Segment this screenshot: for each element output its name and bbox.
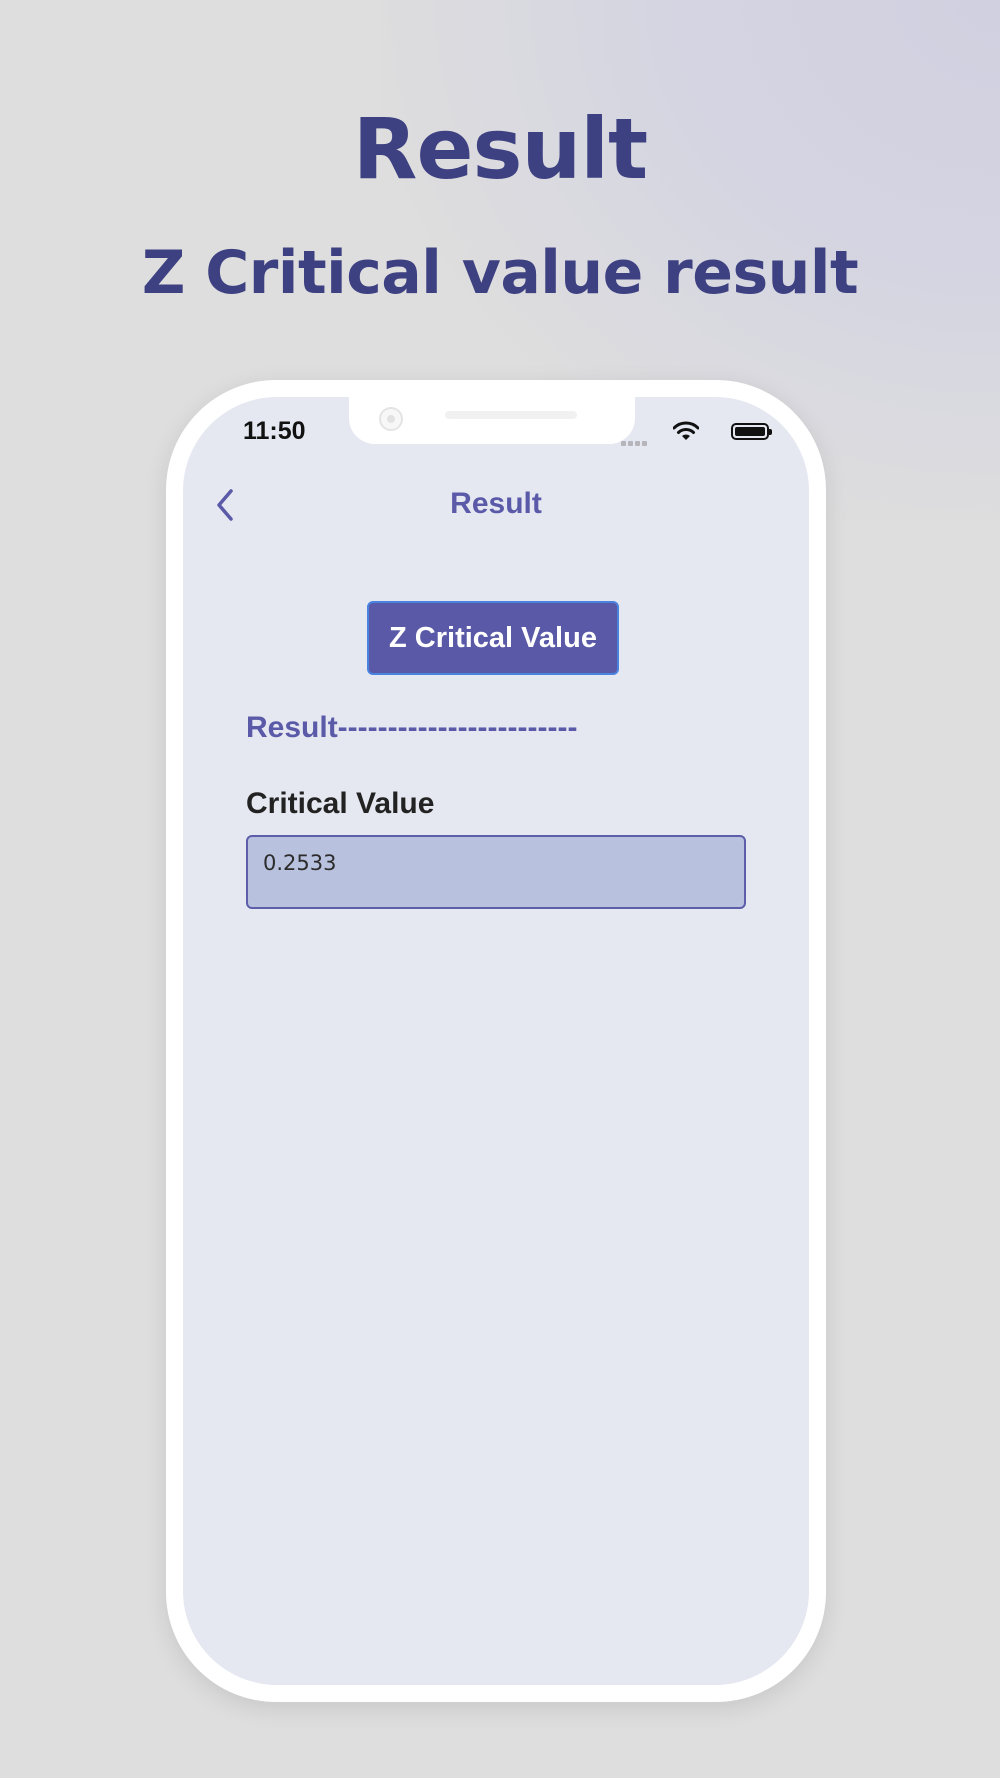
speaker-grille xyxy=(445,411,577,419)
signal-icon xyxy=(621,433,651,446)
wifi-icon xyxy=(672,421,700,441)
critical-value-field[interactable]: 0.2533 xyxy=(246,835,746,909)
status-time: 11:50 xyxy=(243,417,306,445)
promo-title: Result xyxy=(352,100,648,198)
phone-notch xyxy=(349,397,635,444)
phone-frame: 11:50 Result Z Critical Value Result----… xyxy=(166,380,826,1702)
battery-icon xyxy=(731,423,772,440)
nav-title: Result xyxy=(450,487,542,520)
result-heading: Result------------------------ xyxy=(246,711,578,744)
critical-value-label: Critical Value xyxy=(246,787,435,820)
promo-subtitle: Z Critical value result xyxy=(141,238,859,308)
camera-icon xyxy=(379,407,403,431)
z-critical-value-button[interactable]: Z Critical Value xyxy=(367,601,619,675)
phone-screen: 11:50 Result Z Critical Value Result----… xyxy=(183,397,809,1685)
